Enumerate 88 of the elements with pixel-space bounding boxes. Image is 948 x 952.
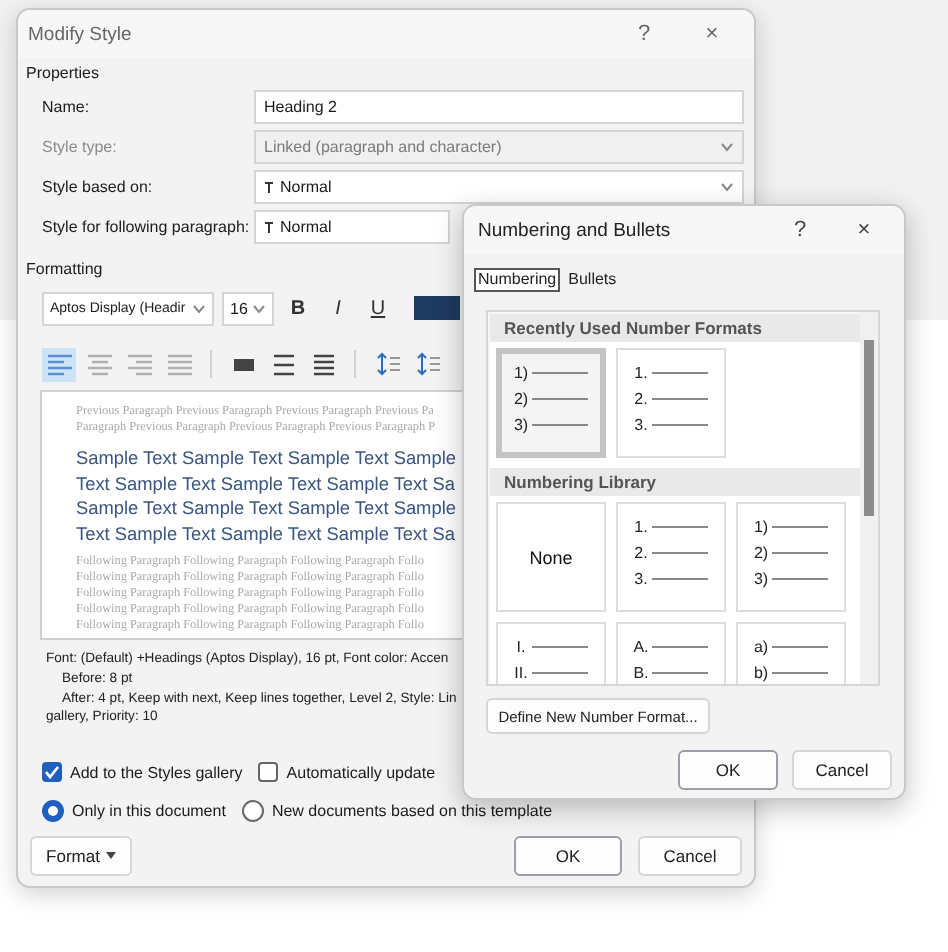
paragraph-style-icon [264, 221, 274, 233]
space-after-icon [415, 352, 439, 376]
size-dropdown[interactable]: 16 [222, 291, 274, 325]
field-value: Linked (paragraph and character) [264, 138, 504, 156]
dropdown-icon [192, 303, 206, 313]
ok-button[interactable]: OK [678, 750, 778, 790]
dropdown-icon [720, 142, 734, 152]
number-label: 1. [632, 518, 650, 536]
number-label: 3. [632, 416, 650, 434]
field-value: Normal [280, 178, 334, 196]
text-field[interactable]: Heading 2 [254, 90, 744, 124]
field-label: Style for following paragraph: [42, 218, 252, 236]
number-format-tile[interactable]: None [496, 502, 606, 612]
number-label: 2) [751, 544, 771, 562]
dropdown-icon [720, 182, 734, 192]
checkbox-label[interactable]: Automatically update [286, 763, 436, 781]
number-label: 3. [632, 570, 650, 588]
underline-button[interactable]: U [362, 291, 394, 325]
number-label: 3) [511, 416, 531, 434]
sample-text: Text Sample Text Sample Text Sample Text Sa [76, 471, 457, 496]
radio-button[interactable] [241, 799, 264, 821]
cancel-button[interactable]: Cancel [638, 836, 742, 876]
number-format-tile[interactable]: 1) 2) 3) [496, 348, 606, 458]
field-value: Normal [280, 218, 334, 236]
number-format-tile[interactable]: 1) 2) 3) [736, 502, 846, 612]
number-label: 1) [751, 518, 771, 536]
help-button[interactable]: ? [768, 218, 832, 242]
align-left-icon [45, 353, 73, 375]
number-label: b) [751, 664, 771, 682]
single-spacing-icon [231, 353, 255, 375]
checkbox[interactable] [42, 762, 62, 782]
section-label: Formatting [26, 258, 103, 282]
dropdown-field[interactable]: Normal [254, 210, 450, 244]
sample-text: Sample Text Sample Text Sample Text Sample [76, 496, 458, 521]
dropdown-field[interactable]: Normal [254, 170, 744, 204]
number-format-tile[interactable]: 1. 2. 3. [616, 348, 726, 458]
radio-button[interactable] [42, 799, 64, 821]
sample-text: Sample Text Sample Text Sample Text Sample [76, 446, 458, 471]
justify-icon [165, 353, 193, 375]
dialog-title: Numbering and Bullets [478, 219, 673, 241]
align-left-button[interactable] [42, 347, 76, 381]
radio-label[interactable]: New documents based on this template [271, 801, 553, 819]
ok-button[interactable]: OK [514, 836, 622, 876]
align-right-icon [125, 353, 153, 375]
help-button[interactable]: ? [614, 22, 674, 46]
number-label: I. [514, 638, 528, 656]
tab[interactable]: Numbering [474, 268, 561, 292]
tab[interactable]: Bullets [564, 268, 621, 292]
close-button[interactable]: × [682, 22, 742, 46]
number-label: B. [631, 664, 651, 682]
field-label: Style based on: [42, 178, 155, 196]
checkbox-label[interactable]: Add to the Styles gallery [70, 763, 243, 781]
number-label: 2. [632, 390, 650, 408]
number-label: 2. [632, 544, 650, 562]
paragraph-style-icon [264, 181, 274, 193]
number-format-tile[interactable]: a) b) [736, 622, 846, 684]
double-spacing-icon [311, 353, 335, 375]
align-center-icon [85, 353, 113, 375]
window-title: Modify Style [28, 23, 134, 45]
field-label: Style type: [42, 138, 119, 156]
format-button[interactable]: Format [30, 836, 132, 876]
number-format-tile[interactable]: 1. 2. 3. [616, 502, 726, 612]
number-format-tile[interactable]: A. B. [616, 622, 726, 684]
number-label: 1. [632, 364, 650, 382]
caret-icon [105, 852, 116, 860]
section-header: Recently Used Number Formats [490, 314, 860, 342]
italic-button[interactable]: I [322, 291, 354, 325]
dropdown-icon [252, 303, 266, 313]
number-label: 3) [751, 570, 771, 588]
checkbox[interactable] [258, 762, 279, 782]
number-label: 1) [511, 364, 531, 382]
number-label: a) [751, 638, 771, 656]
cancel-button[interactable]: Cancel [792, 750, 892, 790]
bold-button[interactable]: B [282, 291, 314, 325]
radio-label[interactable]: Only in this document [72, 801, 226, 819]
number-label: 2) [511, 390, 531, 408]
number-label: A. [631, 638, 651, 656]
font-color-swatch[interactable] [414, 296, 460, 320]
field-label: Name: [42, 98, 92, 116]
number-label: II. [512, 664, 530, 682]
sample-text: Text Sample Text Sample Text Sample Text Sa [76, 521, 457, 546]
check-icon [44, 764, 60, 780]
one-half-spacing-icon [271, 353, 295, 375]
section-header: Numbering Library [490, 468, 860, 496]
space-before-icon [375, 352, 399, 376]
close-button[interactable]: × [832, 218, 896, 242]
number-format-tile[interactable]: I. II. [496, 622, 606, 684]
section-label: Properties [26, 62, 99, 86]
